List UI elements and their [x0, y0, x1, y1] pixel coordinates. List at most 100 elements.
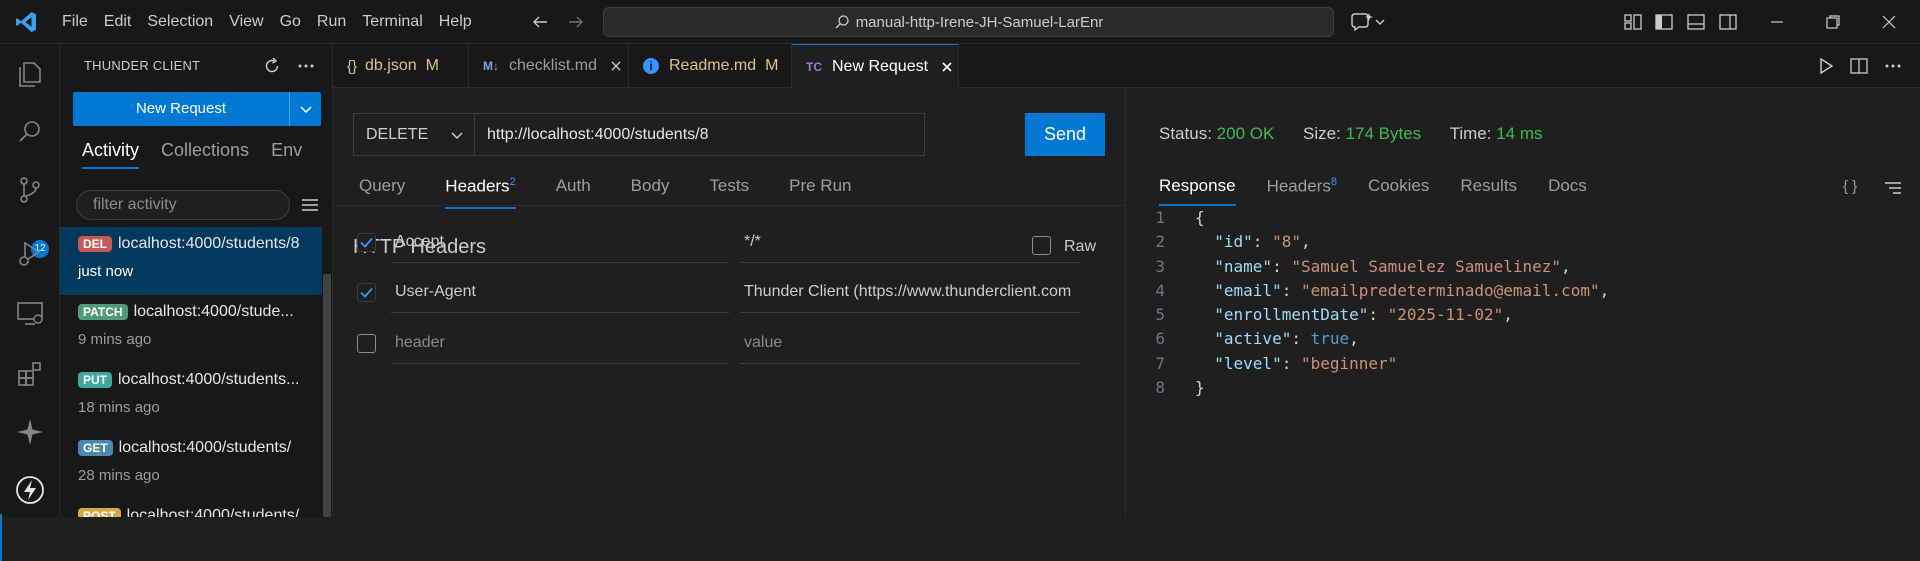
tab-response[interactable]: Response — [1159, 176, 1236, 206]
activity-item[interactable]: DEL localhost:4000/students/8 just now — [60, 227, 322, 295]
menu-file[interactable]: File — [54, 0, 96, 44]
close-tab-icon[interactable] — [609, 59, 623, 73]
refresh-icon[interactable] — [262, 56, 282, 76]
line-number: 2 — [1155, 232, 1165, 252]
sidebar-scrollbar[interactable] — [323, 274, 331, 517]
header-value[interactable]: Thunder Client (https://www.thunderclien… — [740, 273, 1080, 313]
activity-item[interactable]: POST localhost:4000/students/ — [60, 499, 322, 517]
tab-db-json[interactable]: {} db.json M — [333, 44, 469, 88]
command-center-search[interactable]: manual-http-Irene-JH-Samuel-LarEnr — [603, 7, 1334, 37]
header-value[interactable]: */* — [740, 223, 1080, 263]
filter-activity-input[interactable] — [76, 190, 290, 220]
editor-tab-bar: {} db.json M M↓ checklist.md i Readme.md… — [333, 44, 1920, 88]
sidebar-title: THUNDER CLIENT — [84, 58, 201, 73]
tab-body[interactable]: Body — [631, 176, 670, 209]
arrow-left-icon[interactable] — [530, 12, 550, 32]
line-number: 5 — [1155, 305, 1165, 325]
tab-new-request[interactable]: TC New Request — [792, 44, 959, 88]
code-line: 1{ — [1127, 206, 1920, 230]
status-label: Status: — [1159, 124, 1212, 143]
explorer-icon[interactable] — [14, 58, 46, 90]
url-input[interactable] — [475, 113, 925, 156]
more-actions-icon[interactable] — [296, 56, 316, 76]
toggle-panel-icon[interactable] — [1686, 12, 1706, 32]
tab-cookies[interactable]: Cookies — [1368, 176, 1429, 206]
search-icon[interactable] — [14, 116, 46, 148]
activity-list: DEL localhost:4000/students/8 just now PA… — [60, 227, 322, 517]
restore-icon[interactable] — [1823, 12, 1843, 32]
menu-selection[interactable]: Selection — [139, 0, 221, 44]
code-text: } — [1195, 378, 1205, 398]
http-method-select[interactable]: DELETE — [353, 113, 475, 156]
menu-edit[interactable]: Edit — [96, 0, 140, 44]
split-editor-icon[interactable] — [1849, 56, 1869, 76]
tab-response-headers[interactable]: Headers8 — [1267, 176, 1337, 206]
tab-query[interactable]: Query — [359, 176, 405, 209]
braces-icon[interactable]: { } — [1843, 178, 1857, 195]
header-key-placeholder[interactable]: header — [391, 324, 729, 364]
copilot-icon[interactable] — [1349, 11, 1387, 33]
close-tab-icon[interactable] — [940, 60, 954, 74]
activity-url: localhost:4000/students/ — [118, 439, 292, 456]
vscode-logo-icon[interactable] — [14, 10, 38, 34]
menu-lines-icon[interactable] — [300, 195, 320, 215]
menu-terminal[interactable]: Terminal — [354, 0, 430, 44]
response-headers-count: 8 — [1330, 176, 1337, 188]
json-file-icon: {} — [347, 57, 358, 75]
activity-item[interactable]: PATCH localhost:4000/stude... 9 mins ago — [60, 295, 322, 363]
json-key: "name" — [1214, 256, 1273, 276]
json-key: "email" — [1214, 280, 1282, 300]
tab-pre-run[interactable]: Pre Run — [789, 176, 851, 209]
title-bar: File Edit Selection View Go Run Terminal… — [0, 0, 1920, 44]
tab-auth[interactable]: Auth — [556, 176, 591, 209]
more-actions-icon[interactable] — [1883, 56, 1903, 76]
close-window-icon[interactable] — [1879, 12, 1899, 32]
activity-time: 28 mins ago — [78, 467, 160, 484]
thunder-client-icon[interactable] — [14, 474, 46, 506]
source-control-icon[interactable] — [14, 174, 46, 206]
tab-headers[interactable]: Headers2 — [445, 176, 516, 209]
new-request-dropdown[interactable] — [289, 92, 321, 126]
search-icon — [835, 15, 849, 29]
menu-view[interactable]: View — [221, 0, 271, 44]
tab-readme-md[interactable]: i Readme.md M — [629, 44, 792, 88]
tab-collections[interactable]: Collections — [161, 140, 249, 169]
menu-help[interactable]: Help — [431, 0, 480, 44]
toggle-primary-sidebar-icon[interactable] — [1654, 12, 1674, 32]
tab-env[interactable]: Env — [271, 140, 302, 169]
activity-item[interactable]: PUT localhost:4000/students... 18 mins ag… — [60, 363, 322, 431]
play-icon[interactable] — [1816, 56, 1836, 76]
activity-item[interactable]: GET localhost:4000/students/ 28 mins ago — [60, 431, 322, 499]
menu-run[interactable]: Run — [309, 0, 354, 44]
arrow-right-icon[interactable] — [566, 12, 586, 32]
tab-label: checklist.md — [509, 57, 598, 74]
line-number: 7 — [1155, 353, 1165, 373]
new-request-button[interactable]: New Request — [73, 92, 321, 126]
code-line: 5 "enrollmentDate": "2025-11-02", — [1127, 303, 1920, 327]
json-key: "level" — [1214, 353, 1282, 373]
extensions-icon[interactable] — [14, 358, 46, 390]
header-key[interactable]: Accept — [391, 223, 729, 263]
code-line: 7 "level": "beginner" — [1127, 352, 1920, 376]
header-enabled-checkbox[interactable] — [357, 233, 376, 252]
tab-results[interactable]: Results — [1460, 176, 1517, 206]
remote-explorer-icon[interactable] — [14, 297, 46, 329]
tab-docs[interactable]: Docs — [1548, 176, 1587, 206]
thunder-client-sidebar: THUNDER CLIENT New Request Activity Coll… — [60, 44, 333, 517]
send-button[interactable]: Send — [1025, 113, 1105, 156]
header-enabled-checkbox[interactable] — [357, 334, 376, 353]
header-key[interactable]: User-Agent — [391, 273, 729, 313]
tab-tests[interactable]: Tests — [709, 176, 749, 209]
copilot-sparkle-icon[interactable] — [14, 416, 46, 448]
menu-go[interactable]: Go — [272, 0, 309, 44]
tab-checklist-md[interactable]: M↓ checklist.md — [469, 44, 629, 88]
minimize-icon[interactable] — [1767, 12, 1787, 32]
header-enabled-checkbox[interactable] — [357, 283, 376, 302]
menu-lines-icon[interactable] — [1883, 178, 1903, 198]
tab-activity[interactable]: Activity — [82, 140, 140, 169]
header-value-placeholder[interactable]: value — [740, 324, 1080, 364]
toggle-secondary-sidebar-icon[interactable] — [1718, 12, 1738, 32]
run-debug-icon[interactable] — [14, 237, 46, 269]
customize-layout-icon[interactable] — [1623, 12, 1643, 32]
json-key: "id" — [1214, 232, 1253, 252]
